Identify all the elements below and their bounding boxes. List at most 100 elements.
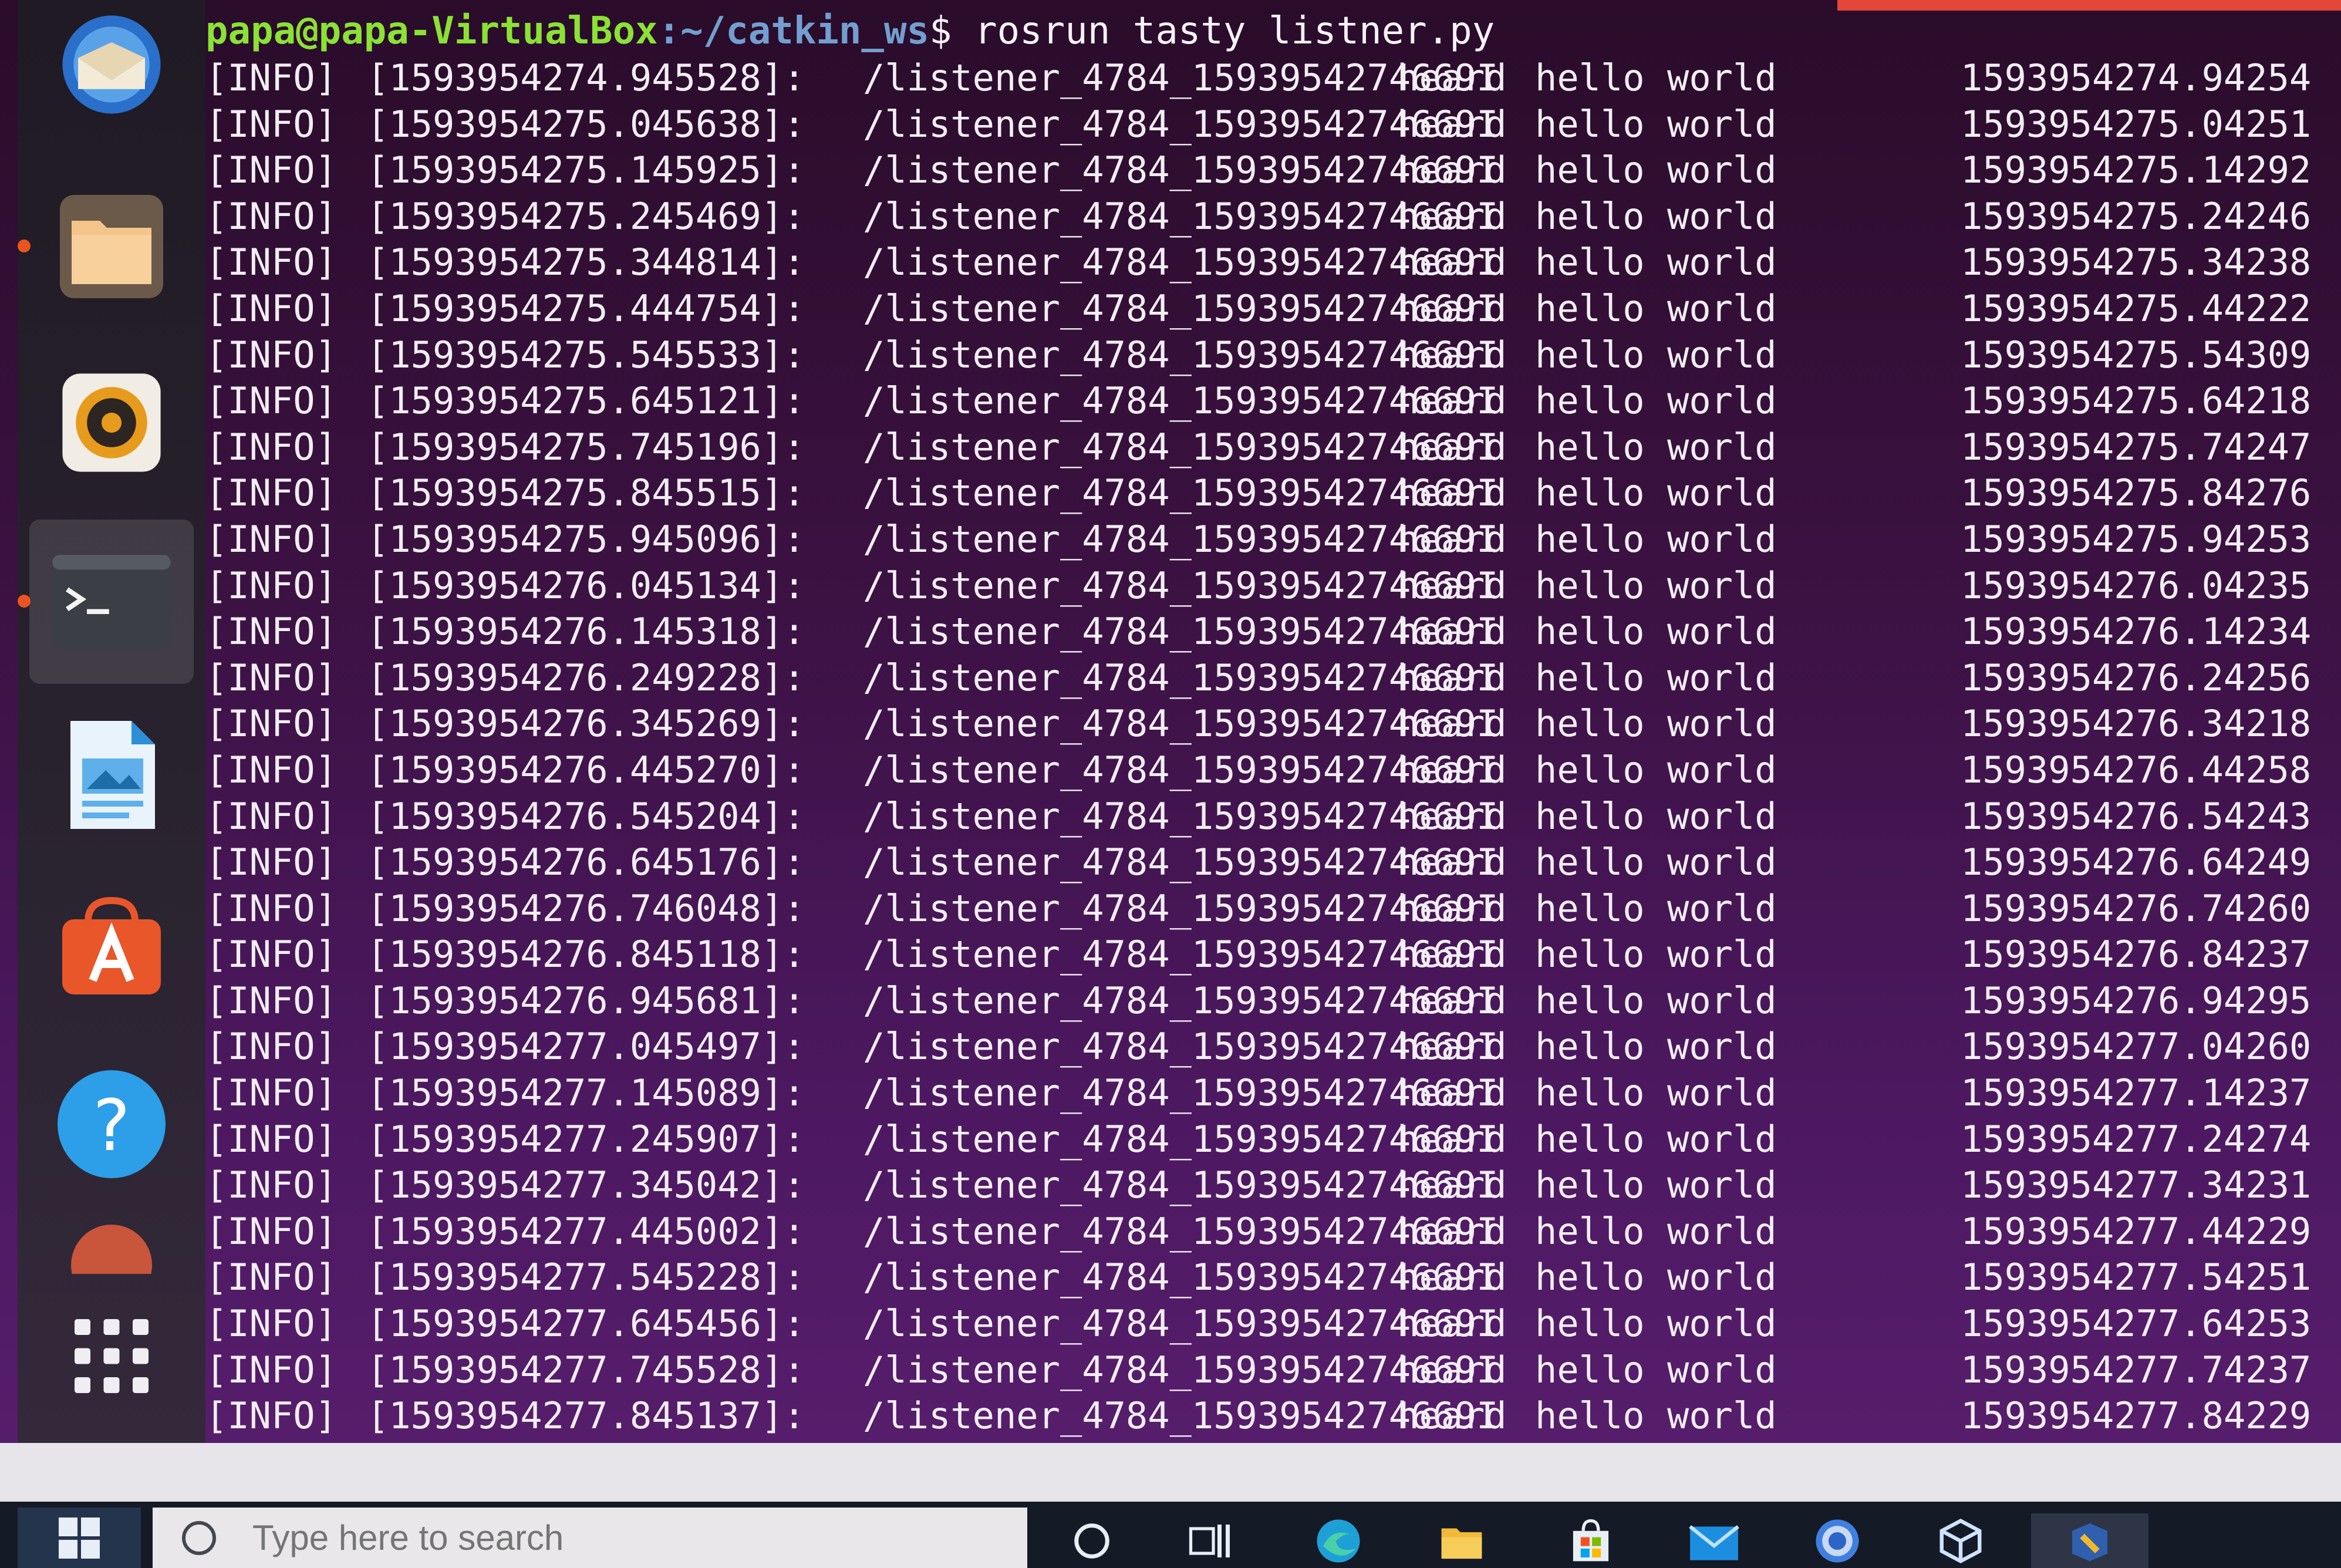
log-line: [INFO] [1593954276.145318]:/listener_4784… xyxy=(205,609,2341,655)
log-word: world xyxy=(1667,194,1777,238)
log-word: heard xyxy=(1397,56,1507,99)
log-word: heard xyxy=(1397,1071,1507,1115)
log-timestamp: [1593954277.345042]: xyxy=(367,1164,805,1207)
log-timestamp: [1593954277.545228]: xyxy=(367,1256,805,1299)
show-apps-icon[interactable] xyxy=(53,1297,170,1415)
log-word: hello xyxy=(1535,702,1645,746)
start-button[interactable] xyxy=(18,1508,141,1568)
log-value: 1593954275.14292 xyxy=(1961,149,2312,192)
log-value: 1593954276.44258 xyxy=(1961,748,2312,791)
log-timestamp: [1593954274.945528]: xyxy=(367,56,805,99)
log-line: [INFO] [1593954276.845118]:/listener_4784… xyxy=(205,932,2341,978)
log-word: heard xyxy=(1397,102,1507,146)
prompt-path: :~/catkin_ws xyxy=(657,9,929,53)
libreoffice-impress-icon[interactable] xyxy=(53,716,170,834)
log-word: heard xyxy=(1397,517,1507,561)
log-word: hello xyxy=(1535,979,1645,1022)
log-value: 1593954275.64218 xyxy=(1961,379,2312,423)
log-word: heard xyxy=(1397,1256,1507,1299)
log-word: hello xyxy=(1535,241,1645,284)
rhythmbox-icon[interactable] xyxy=(53,364,170,481)
search-icon xyxy=(182,1520,216,1555)
log-level: [INFO] xyxy=(205,241,337,284)
log-word: heard xyxy=(1397,1025,1507,1068)
thunderbird-icon[interactable] xyxy=(53,6,170,123)
log-word: world xyxy=(1667,1394,1777,1438)
log-word: world xyxy=(1667,517,1777,561)
terminal-icon[interactable] xyxy=(29,520,194,684)
log-level: [INFO] xyxy=(205,333,337,376)
partial-app-icon[interactable] xyxy=(53,1221,170,1274)
log-word: heard xyxy=(1397,933,1507,976)
log-level: [INFO] xyxy=(205,886,337,930)
log-word: world xyxy=(1667,149,1777,192)
log-timestamp: [1593954276.445270]: xyxy=(367,748,805,791)
log-word: hello xyxy=(1535,841,1645,884)
log-word: hello xyxy=(1535,610,1645,653)
log-word: heard xyxy=(1397,610,1507,653)
log-value: 1593954275.34238 xyxy=(1961,241,2312,284)
3d-viewer-icon[interactable] xyxy=(1931,1513,1990,1568)
log-word: world xyxy=(1667,886,1777,930)
log-word: hello xyxy=(1535,56,1645,99)
log-level: [INFO] xyxy=(205,149,337,192)
log-line: [INFO] [1593954276.345269]:/listener_4784… xyxy=(205,701,2341,747)
log-word: hello xyxy=(1535,102,1645,146)
log-line: [INFO] [1593954275.545533]:/listener_4784… xyxy=(205,332,2341,379)
log-word: world xyxy=(1667,1025,1777,1068)
terminal-window[interactable]: papa@papa-VirtualBox:~/catkin_ws$ rosrun… xyxy=(205,0,2341,1450)
files-icon[interactable] xyxy=(53,188,170,305)
log-level: [INFO] xyxy=(205,1164,337,1207)
log-word: heard xyxy=(1397,194,1507,238)
log-timestamp: [1593954277.745528]: xyxy=(367,1348,805,1391)
log-level: [INFO] xyxy=(205,610,337,653)
log-timestamp: [1593954276.746048]: xyxy=(367,886,805,930)
log-word: hello xyxy=(1535,333,1645,376)
log-value: 1593954277.14237 xyxy=(1961,1071,2312,1115)
log-value: 1593954277.04260 xyxy=(1961,1025,2312,1068)
log-word: hello xyxy=(1535,1348,1645,1391)
log-word: hello xyxy=(1535,933,1645,976)
log-timestamp: [1593954277.845137]: xyxy=(367,1394,805,1438)
log-value: 1593954277.84229 xyxy=(1961,1394,2312,1438)
task-view-icon[interactable] xyxy=(1180,1513,1239,1568)
log-timestamp: [1593954277.645456]: xyxy=(367,1302,805,1346)
log-word: world xyxy=(1667,56,1777,99)
chrome-icon[interactable] xyxy=(1808,1513,1867,1568)
log-value: 1593954275.44222 xyxy=(1961,286,2312,330)
log-value: 1593954276.64249 xyxy=(1961,841,2312,884)
virtualbox-icon[interactable] xyxy=(2031,1513,2148,1568)
log-line: [INFO] [1593954275.245469]:/listener_4784… xyxy=(205,194,2341,240)
log-word: world xyxy=(1667,979,1777,1022)
cortana-icon[interactable] xyxy=(1062,1513,1121,1568)
log-line: [INFO] [1593954276.045134]:/listener_4784… xyxy=(205,563,2341,609)
software-icon[interactable] xyxy=(53,886,170,1004)
log-word: world xyxy=(1667,241,1777,284)
log-word: heard xyxy=(1397,286,1507,330)
log-level: [INFO] xyxy=(205,286,337,330)
log-word: world xyxy=(1667,1302,1777,1346)
log-word: heard xyxy=(1397,379,1507,423)
log-word: hello xyxy=(1535,564,1645,607)
command-text: rosrun tasty listner.py xyxy=(952,9,1495,53)
screen-bezel-gap xyxy=(0,1443,2341,1502)
mail-icon[interactable] xyxy=(1685,1513,1743,1568)
edge-icon[interactable] xyxy=(1309,1513,1368,1568)
help-icon[interactable]: ? xyxy=(53,1065,170,1183)
log-value: 1593954277.24274 xyxy=(1961,1117,2312,1161)
log-level: [INFO] xyxy=(205,1025,337,1068)
log-word: hello xyxy=(1535,425,1645,468)
log-timestamp: [1593954277.145089]: xyxy=(367,1071,805,1115)
microsoft-store-icon[interactable] xyxy=(1561,1513,1620,1568)
log-word: heard xyxy=(1397,471,1507,515)
taskbar-search[interactable] xyxy=(153,1508,1027,1568)
log-line: [INFO] [1593954277.545228]:/listener_4784… xyxy=(205,1255,2341,1301)
log-timestamp: [1593954277.445002]: xyxy=(367,1209,805,1253)
search-input[interactable] xyxy=(251,1517,958,1559)
log-word: heard xyxy=(1397,564,1507,607)
log-word: heard xyxy=(1397,656,1507,699)
log-line: [INFO] [1593954275.945096]:/listener_4784… xyxy=(205,517,2341,563)
log-word: heard xyxy=(1397,1209,1507,1253)
log-word: hello xyxy=(1535,149,1645,192)
file-explorer-icon[interactable] xyxy=(1432,1513,1491,1568)
